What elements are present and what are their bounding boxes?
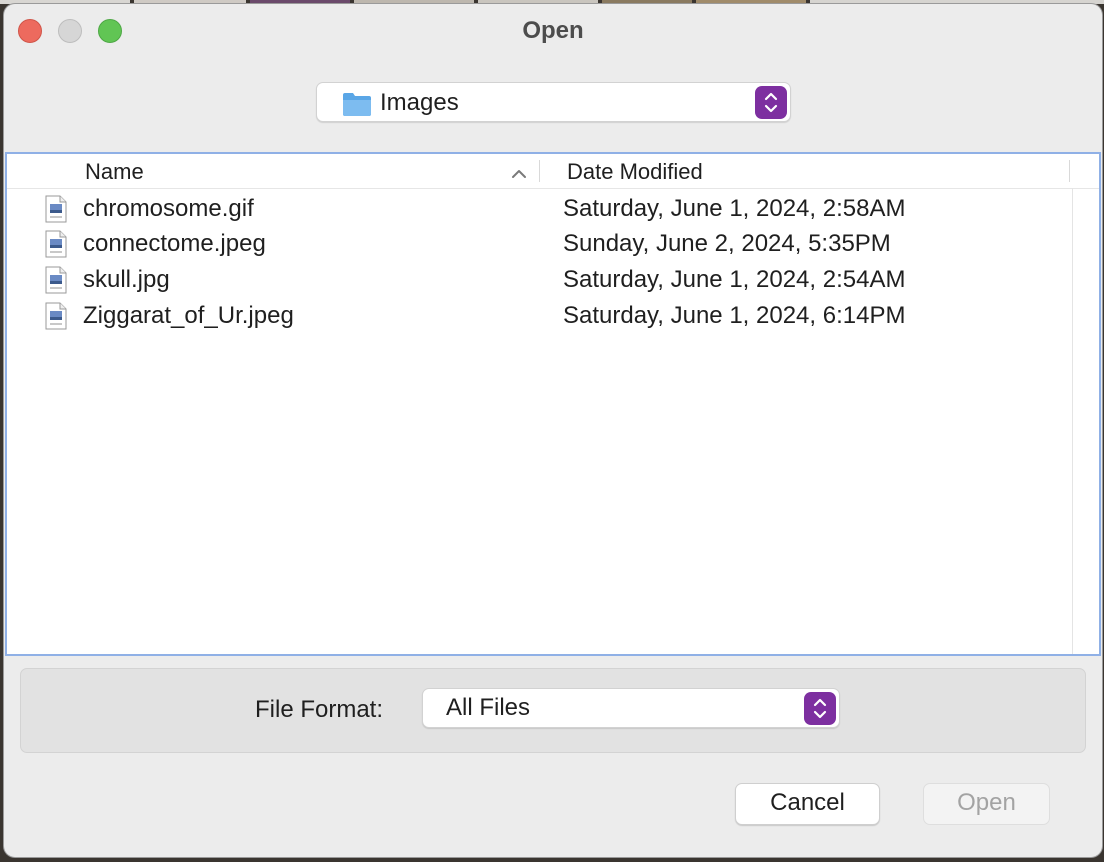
column-divider[interactable] <box>1069 160 1070 182</box>
file-row[interactable]: connectome.jpeg Sunday, June 2, 2024, 5:… <box>7 227 1067 263</box>
file-row[interactable]: chromosome.gif Saturday, June 1, 2024, 2… <box>7 192 1067 228</box>
column-header: Name Date Modified <box>7 154 1099 189</box>
title-bar: Open <box>4 4 1102 56</box>
gif-file-icon <box>45 195 67 223</box>
file-name: Ziggarat_of_Ur.jpeg <box>83 302 294 329</box>
file-format-stepper-icon[interactable] <box>804 692 836 725</box>
date-modified-column-header[interactable]: Date Modified <box>567 159 703 185</box>
sort-ascending-icon[interactable] <box>511 166 527 184</box>
open-dialog: Open Images Name Date Modified chromosom… <box>4 4 1102 857</box>
location-stepper-icon[interactable] <box>755 86 787 119</box>
file-format-panel: File Format: All Files <box>20 668 1086 753</box>
jpg-file-icon <box>45 266 67 294</box>
file-format-label: File Format: <box>255 696 384 723</box>
file-list: Name Date Modified chromosome.gif Saturd… <box>5 152 1101 656</box>
cancel-button[interactable]: Cancel <box>735 783 880 825</box>
column-divider[interactable] <box>539 160 540 182</box>
file-format-select[interactable]: All Files <box>422 688 840 728</box>
scrollbar-track[interactable] <box>1072 188 1073 654</box>
file-row[interactable]: Ziggarat_of_Ur.jpeg Saturday, June 1, 20… <box>7 299 1067 335</box>
file-date: Saturday, June 1, 2024, 2:54AM <box>563 266 906 293</box>
file-format-value: All Files <box>446 694 531 721</box>
file-name: connectome.jpeg <box>83 230 266 257</box>
file-date: Saturday, June 1, 2024, 2:58AM <box>563 195 906 222</box>
folder-icon <box>342 91 372 117</box>
jpeg-file-icon <box>45 302 67 330</box>
file-name: skull.jpg <box>83 266 170 293</box>
name-column-header[interactable]: Name <box>85 159 144 185</box>
location-popup[interactable]: Images <box>316 82 791 122</box>
file-row[interactable]: skull.jpg Saturday, June 1, 2024, 2:54AM <box>7 263 1067 299</box>
file-date: Sunday, June 2, 2024, 5:35PM <box>563 230 891 257</box>
file-date: Saturday, June 1, 2024, 6:14PM <box>563 302 906 329</box>
jpeg-file-icon <box>45 230 67 258</box>
file-name: chromosome.gif <box>83 195 254 222</box>
location-label: Images <box>380 89 459 116</box>
dialog-title: Open <box>522 17 584 44</box>
open-button[interactable]: Open <box>923 783 1050 825</box>
